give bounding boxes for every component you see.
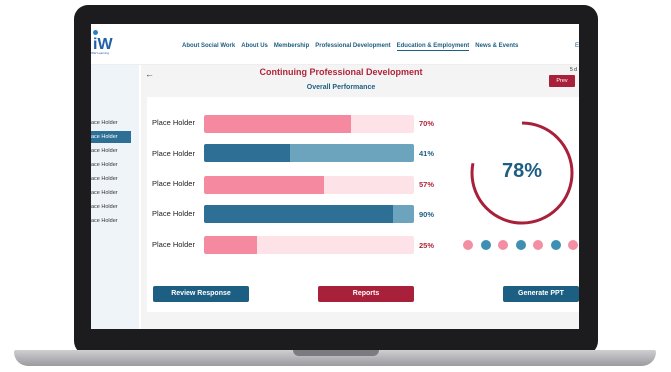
row-label: Place Holder	[152, 149, 195, 158]
review-response-button[interactable]: Review Response	[153, 286, 249, 302]
generate-ppt-button[interactable]: Generate PPT	[503, 286, 579, 302]
progress-percent: 70%	[419, 119, 435, 128]
sidebar-item[interactable]: ace Holder	[91, 187, 131, 199]
row-label: Place Holder	[152, 240, 195, 249]
sidebar-item[interactable]: ace Holder	[91, 145, 131, 157]
overall-score-value: 78%	[501, 160, 543, 182]
progress-fill	[204, 236, 257, 254]
nav-item-overflow[interactable]: E	[575, 43, 579, 49]
progress-bar	[204, 144, 414, 162]
logo-dot-icon	[93, 30, 98, 35]
page-title: Continuing Professional Development	[259, 67, 423, 77]
nav-item-about-us[interactable]: About Us	[241, 43, 268, 51]
sidebar-item[interactable]: ace Holder	[91, 159, 131, 171]
nav-menu: About Social Work About Us Membership Pr…	[182, 43, 518, 51]
progress-fill	[204, 176, 324, 194]
corner-text: 5 d	[570, 67, 577, 73]
indicator-dot[interactable]	[533, 240, 543, 250]
nav-item-professional-development[interactable]: Professional Development	[315, 43, 390, 51]
row-label: Place Holder	[152, 209, 195, 218]
progress-bar	[204, 205, 414, 223]
sidebar-item[interactable]: ace Holder	[91, 201, 131, 213]
progress-percent: 57%	[419, 180, 435, 189]
progress-bar	[204, 236, 414, 254]
indicator-dot[interactable]	[550, 240, 561, 250]
nav-item-news-events[interactable]: News & Events	[475, 43, 518, 51]
indicator-dot[interactable]	[568, 240, 578, 250]
prev-button[interactable]: Prev	[549, 75, 575, 87]
laptop-notch	[293, 350, 379, 356]
top-navigation: iW iSW Learning About Social Work About …	[91, 24, 579, 65]
progress-percent: 25%	[419, 241, 435, 250]
nav-item-about-social-work[interactable]: About Social Work	[182, 43, 235, 51]
sidebar-item[interactable]: ace Holder	[91, 173, 131, 185]
progress-bar	[204, 176, 414, 194]
row-label: Place Holder	[152, 179, 195, 188]
screen: iW iSW Learning About Social Work About …	[91, 24, 579, 329]
progress-bar	[204, 115, 414, 133]
row-label: Place Holder	[152, 118, 195, 127]
sidebar: ace Holder ace Holder ace Holder ace Hol…	[91, 65, 139, 329]
indicator-dot[interactable]	[480, 240, 491, 250]
progress-percent: 41%	[419, 149, 435, 158]
sidebar-item[interactable]: ace Holder	[91, 117, 131, 129]
progress-fill	[204, 205, 393, 223]
indicator-dot[interactable]	[498, 240, 508, 250]
progress-fill	[204, 144, 291, 162]
progress-percent: 90%	[419, 210, 435, 219]
progress-fill	[204, 115, 351, 133]
indicator-dot[interactable]	[463, 240, 473, 250]
indicator-dot[interactable]	[515, 240, 526, 250]
page-subtitle: Overall Performance	[306, 84, 376, 91]
sidebar-item-active[interactable]: ace Holder	[91, 131, 131, 143]
nav-item-membership[interactable]: Membership	[274, 43, 309, 51]
back-arrow-icon[interactable]: ←	[145, 69, 154, 79]
nav-item-education-employment[interactable]: Education & Employment	[396, 43, 470, 51]
reports-button[interactable]: Reports	[318, 286, 414, 302]
logo-caption: iSW Learning	[91, 51, 110, 55]
sidebar-item[interactable]: ace Holder	[91, 215, 131, 227]
